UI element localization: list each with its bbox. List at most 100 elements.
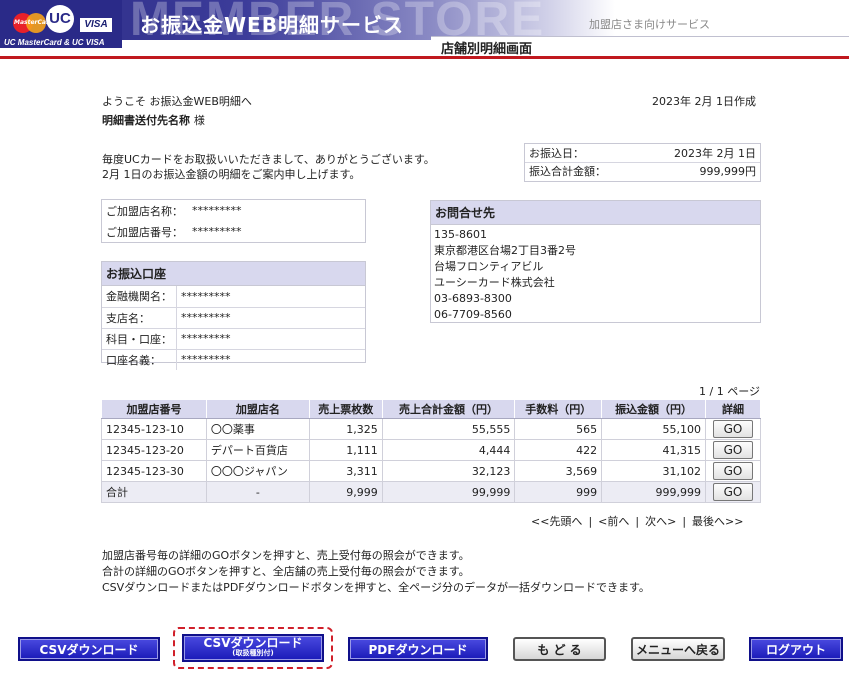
prev-page-link[interactable]: <前へ: [598, 515, 629, 528]
go-button[interactable]: GO: [712, 441, 753, 459]
branch-label: 支店名：: [102, 307, 177, 329]
detail-cell: GO: [704, 460, 762, 482]
branch-value: *********: [176, 307, 365, 329]
table-row: 12345-123-10 〇〇薬事 1,325 55,555 565 55,10…: [101, 418, 762, 440]
account-label: 科目・口座：: [102, 328, 177, 350]
back-button[interactable]: も ど る: [513, 637, 606, 661]
greeting-line-2: 2月 1日のお振込金額の明細をご案内申し上げます。: [102, 168, 361, 181]
transfer-date-value: 2023年 2月 1日: [674, 146, 756, 160]
pager-separator: |: [682, 515, 687, 528]
bank-account-title: お振込口座: [102, 262, 365, 286]
total-detail-cell: GO: [704, 481, 762, 503]
csv-type-button-label: CSVダウンロード: [203, 636, 303, 650]
detail-cell: GO: [704, 439, 762, 461]
column-header-detail: 詳細: [704, 399, 762, 419]
go-button[interactable]: GO: [712, 420, 753, 438]
mastercard-logo-icon: MasterCard: [13, 13, 53, 33]
list-item: 科目・口座： *********: [102, 328, 365, 350]
table-header-row: 加盟店番号 加盟店名 売上票枚数 売上合計金額（円） 手数料（円） 振込金額（円…: [101, 399, 762, 419]
visa-logo-icon: VISA: [80, 18, 112, 32]
go-button[interactable]: GO: [712, 462, 753, 480]
first-page-link[interactable]: <<先頭へ: [531, 515, 582, 528]
transfer-summary: お振込日： 2023年 2月 1日 振込合計金額： 999,999円: [524, 143, 761, 182]
account-holder-value: *********: [181, 353, 231, 367]
account-holder-label: 口座名義：: [102, 349, 177, 370]
pdf-download-button[interactable]: PDFダウンロード: [348, 637, 488, 661]
slip-count-cell: 1,325: [308, 418, 383, 440]
merchant-name-label: ご加盟店名称：: [106, 204, 183, 218]
greeting-line-1: 毎度UCカードをお取扱いいただきまして、ありがとうございます。: [102, 153, 435, 166]
contact-building: 台場フロンティアビル: [434, 260, 544, 273]
detail-cell: GO: [704, 418, 762, 440]
next-page-link[interactable]: 次へ>: [645, 515, 676, 528]
merchant-number-label: ご加盟店番号：: [106, 225, 183, 239]
csv-download-button[interactable]: CSVダウンロード: [18, 637, 160, 661]
note-line-3: CSVダウンロードまたはPDFダウンロードボタンを押すと、全ページ分のデータが一…: [102, 581, 650, 594]
contact-company: ユーシーカード株式会社: [434, 276, 555, 289]
contact-postal-code: 135-8601: [434, 228, 487, 241]
column-header-merchant-number: 加盟店番号: [101, 399, 207, 419]
column-header-merchant-name: 加盟店名: [205, 399, 310, 419]
total-name-cell: -: [205, 481, 310, 503]
pagination: <<先頭へ | <前へ | 次へ> | 最後へ>>: [531, 513, 743, 529]
fee-cell: 422: [514, 439, 603, 461]
table-row: 12345-123-20 デパート百貨店 1,111 4,444 422 41,…: [101, 439, 762, 461]
page-title-tab: 店舗別明細画面: [431, 36, 849, 57]
merchant-name-cell: 〇〇薬事: [205, 418, 310, 440]
sales-total-cell: 4,444: [381, 439, 516, 461]
sales-total-cell: 55,555: [381, 418, 516, 440]
back-to-menu-button[interactable]: メニューへ戻る: [631, 637, 725, 661]
transfer-amount-cell: 55,100: [601, 418, 706, 440]
page-indicator: 1 / 1 ページ: [699, 385, 760, 398]
sales-total-cell: 32,123: [381, 460, 516, 482]
column-header-slip-count: 売上票枚数: [308, 399, 383, 419]
slip-count-cell: 1,111: [308, 439, 383, 461]
csv-download-with-type-button[interactable]: CSVダウンロード (取扱種別付): [182, 634, 324, 662]
page-title: 店舗別明細画面: [441, 42, 533, 57]
csv-type-button-sublabel: (取扱種別付): [232, 649, 274, 657]
pager-separator: |: [635, 515, 640, 528]
merchant-name-value: *********: [192, 204, 242, 217]
logout-button[interactable]: ログアウト: [749, 637, 843, 661]
recipient-name: 明細書送付先名称 様: [102, 112, 205, 128]
store-statement-table: 加盟店番号 加盟店名 売上票枚数 売上合計金額（円） 手数料（円） 振込金額（円…: [101, 399, 762, 503]
transfer-amount-cell: 41,315: [601, 439, 706, 461]
merchant-number-cell: 12345-123-10: [101, 418, 207, 440]
merchant-info: ご加盟店名称： ********* ご加盟店番号： *********: [101, 199, 366, 243]
brand-line: UC MasterCard & UC VISA: [4, 38, 105, 47]
contact-title: お問合せ先: [431, 201, 760, 225]
list-item: 口座名義： *********: [102, 349, 365, 370]
transfer-date-label: お振込日：: [529, 146, 584, 160]
fee-cell: 565: [514, 418, 603, 440]
total-label-cell: 合計: [101, 481, 207, 503]
app-header: MEMBER STORE MasterCard UC VISA UC Maste…: [0, 0, 849, 57]
last-page-link[interactable]: 最後へ>>: [692, 515, 743, 528]
brand-logo: MasterCard UC VISA UC MasterCard & UC VI…: [0, 0, 122, 48]
contact-address: 東京都港区台場2丁目3番2号: [434, 244, 576, 257]
total-go-button[interactable]: GO: [712, 483, 753, 501]
contact-phone-tokyo: 03-6893-8300: [434, 292, 512, 305]
bank-name-label: 金融機関名：: [102, 286, 177, 308]
uc-logo-icon: UC: [46, 5, 74, 33]
header-subtitle: 加盟店さま向けサービス: [589, 18, 710, 31]
table-row: 12345-123-30 〇〇〇ジャパン 3,311 32,123 3,569 …: [101, 460, 762, 482]
account-value: *********: [176, 328, 365, 350]
note-line-1: 加盟店番号毎の詳細のGOボタンを押すと、売上受付毎の照会ができます。: [102, 549, 470, 562]
column-header-sales-total: 売上合計金額（円）: [381, 399, 516, 419]
site-title: お振込金WEB明細サービス: [140, 13, 404, 37]
recipient-label: 明細書送付先名称: [102, 114, 190, 127]
column-header-transfer-amount: 振込金額（円）: [601, 399, 706, 419]
merchant-number-value: *********: [192, 225, 242, 238]
created-date: 2023年 2月 1日作成: [652, 95, 756, 108]
total-fee-cell: 999: [514, 481, 603, 503]
welcome-text: ようこそ お振込金WEB明細へ: [102, 95, 252, 108]
bank-account-panel: お振込口座 金融機関名： ********* 支店名： ********* 科目…: [101, 261, 366, 370]
total-sales-cell: 99,999: [381, 481, 516, 503]
contact-phone-osaka: 06-7709-8560: [434, 308, 512, 321]
merchant-name-cell: デパート百貨店: [205, 439, 310, 461]
merchant-name-cell: 〇〇〇ジャパン: [205, 460, 310, 482]
header-divider: [0, 56, 849, 59]
recipient-suffix: 様: [193, 114, 205, 127]
transfer-total-label: 振込合計金額：: [529, 165, 606, 179]
bank-name-value: *********: [176, 286, 365, 308]
